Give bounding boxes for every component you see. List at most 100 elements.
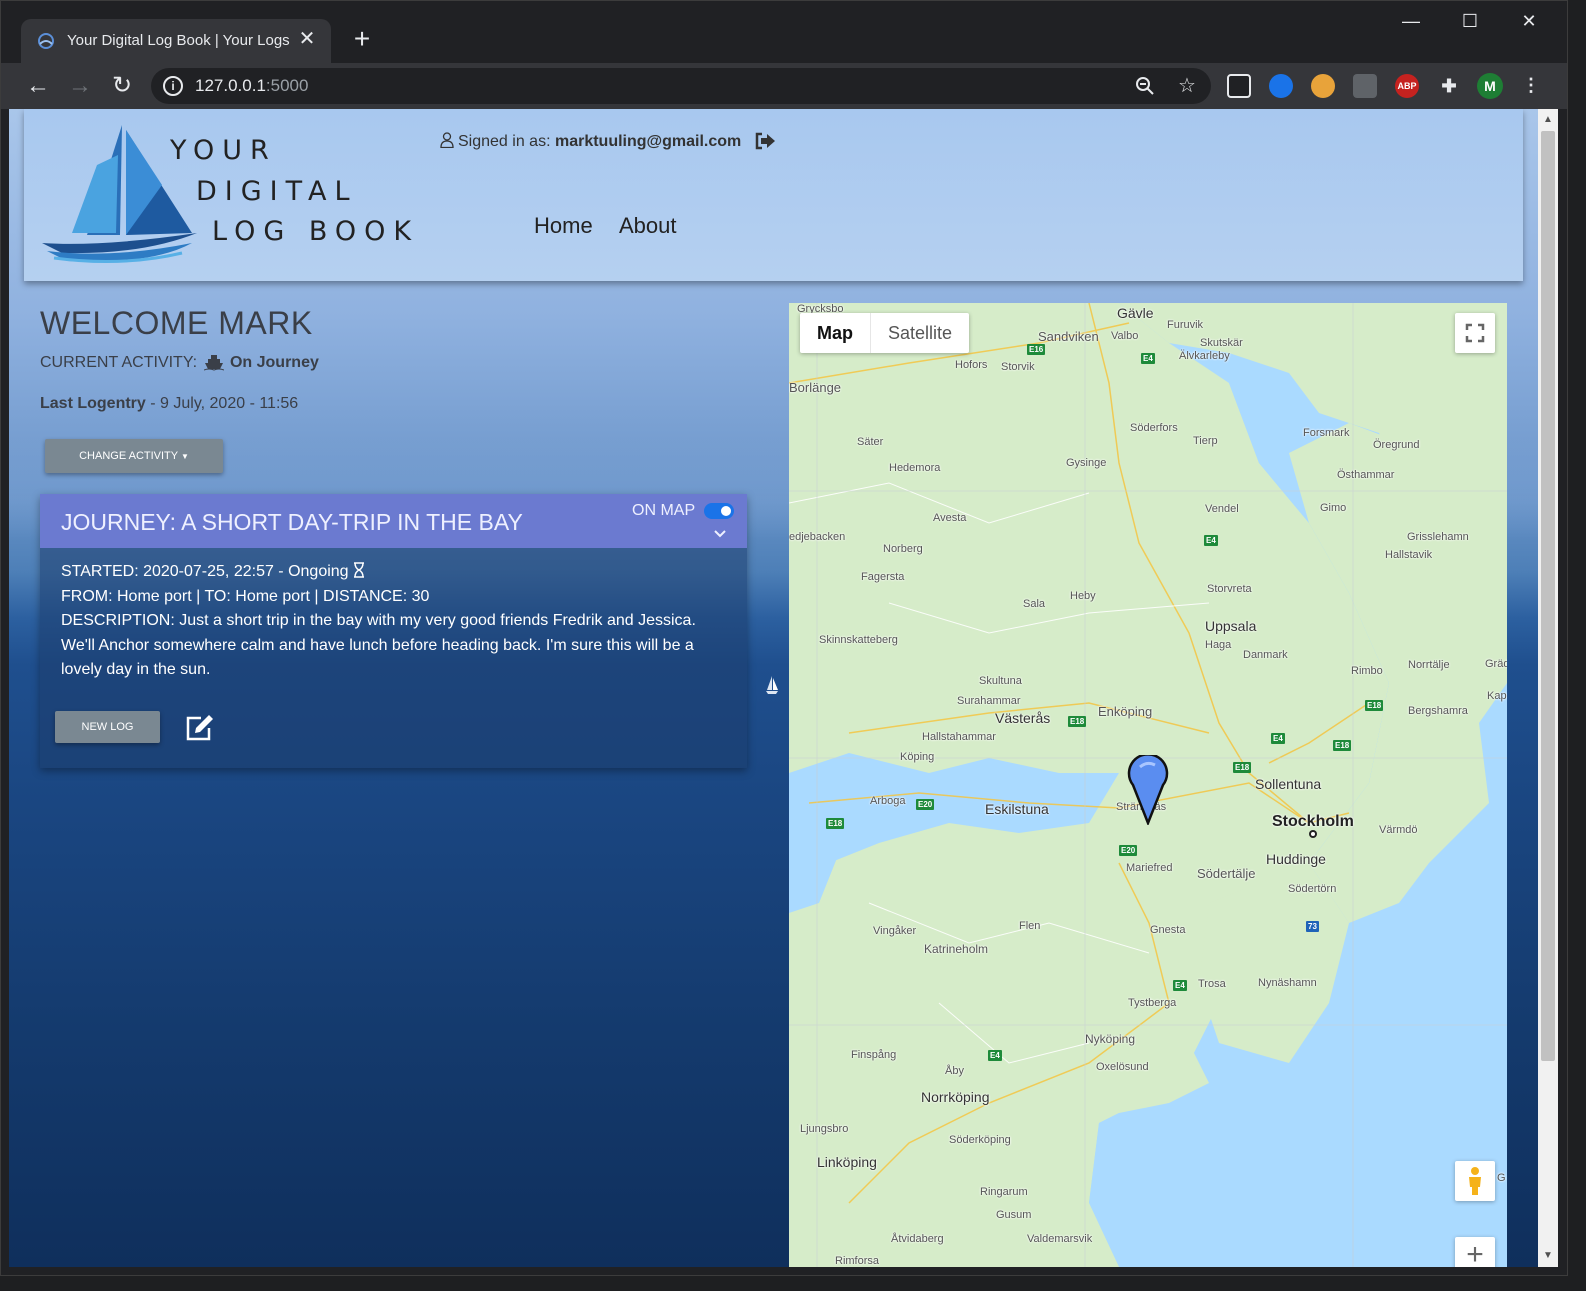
map-label: Söderfors xyxy=(1130,422,1178,434)
map-label: Gnesta xyxy=(1150,924,1186,936)
back-icon[interactable]: ← xyxy=(23,71,53,101)
map-type-control: Map Satellite xyxy=(800,313,970,353)
road-shield: E4 xyxy=(988,1050,1002,1061)
map-label: Enköping xyxy=(1098,704,1153,719)
browser-toolbar: ← → ↻ i 127.0.0.1:5000 ☆ ABP ✚ M ⋮ xyxy=(1,63,1567,109)
map-label: Hedemora xyxy=(889,462,941,474)
last-logentry: Last Logentry - 9 July, 2020 - 11:56 xyxy=(40,395,298,413)
logout-icon[interactable] xyxy=(754,131,776,151)
activity-label: CURRENT ACTIVITY: xyxy=(40,354,198,371)
change-activity-label: CHANGE ACTIVITY xyxy=(79,450,178,462)
scroll-up-icon[interactable]: ▲ xyxy=(1538,111,1558,129)
map-label: Forsmark xyxy=(1303,427,1350,439)
edit-icon[interactable] xyxy=(185,714,215,742)
extension-screenshot-icon[interactable] xyxy=(1227,74,1251,98)
toggle-knob xyxy=(721,506,731,516)
map-label: Norberg xyxy=(883,543,923,555)
zoom-icon[interactable] xyxy=(1133,74,1157,98)
map-label: Heby xyxy=(1070,590,1096,602)
journey-description: DESCRIPTION: Just a short trip in the ba… xyxy=(61,612,696,679)
last-logentry-value: - 9 July, 2020 - 11:56 xyxy=(150,395,299,412)
map-label: Sandviken xyxy=(1038,329,1099,344)
new-tab-icon[interactable]: + xyxy=(347,25,377,55)
road-shield: E20 xyxy=(916,799,935,810)
journey-card-header[interactable]: JOURNEY: A SHORT DAY-TRIP IN THE BAY ON … xyxy=(40,494,747,548)
new-log-button[interactable]: NEW LOG xyxy=(55,711,160,743)
pegman-icon xyxy=(1469,1167,1481,1195)
forward-icon[interactable]: → xyxy=(65,71,95,101)
map-type-map-button[interactable]: Map xyxy=(800,313,870,353)
road-shield: E4 xyxy=(1271,733,1285,744)
change-activity-button[interactable]: CHANGE ACTIVITY ▼ xyxy=(45,439,223,473)
map-label: Trosa xyxy=(1198,978,1226,990)
map-label: Flen xyxy=(1019,920,1041,932)
map-label: G xyxy=(1497,1172,1506,1184)
street-view-pegman-button[interactable] xyxy=(1455,1161,1495,1201)
browser-tab[interactable]: Your Digital Log Book | Your Logs ✕ xyxy=(21,19,331,63)
map-label: edjebacken xyxy=(789,531,846,543)
map-label: Valdemarsvik xyxy=(1027,1233,1093,1245)
user-icon xyxy=(440,132,454,148)
logo-text-your: YOUR xyxy=(170,135,277,166)
map-label: Storvreta xyxy=(1207,583,1252,595)
road-shield: E16 xyxy=(1027,344,1046,355)
browser-menu-icon[interactable]: ⋮ xyxy=(1519,74,1543,98)
nav-home-link[interactable]: Home xyxy=(534,213,593,239)
scroll-down-icon[interactable]: ▼ xyxy=(1538,1247,1558,1265)
map-label: Finspång xyxy=(851,1049,897,1061)
map-label: Hallstavik xyxy=(1385,549,1433,561)
nav-about-link[interactable]: About xyxy=(619,213,677,239)
journey-map-marker[interactable] xyxy=(1127,755,1169,825)
welcome-title: WELCOME MARK xyxy=(40,305,313,341)
map-label: Tystberga xyxy=(1128,997,1177,1009)
map-label: Skutskär xyxy=(1200,337,1243,349)
extension-adblock-icon[interactable]: ABP xyxy=(1395,74,1419,98)
map-label: Gusum xyxy=(996,1209,1032,1221)
road-shield: E18 xyxy=(1365,700,1384,711)
site-info-icon[interactable]: i xyxy=(163,76,183,96)
map-label: Åby xyxy=(945,1065,964,1077)
chevron-down-icon[interactable] xyxy=(713,526,727,542)
profile-avatar[interactable]: M xyxy=(1477,73,1503,99)
extension-cube-icon[interactable] xyxy=(1269,74,1293,98)
maximize-icon[interactable]: ☐ xyxy=(1441,1,1499,41)
scrollbar-thumb[interactable] xyxy=(1541,131,1555,1061)
tab-strip: Your Digital Log Book | Your Logs ✕ + — … xyxy=(1,1,1567,63)
extension-eyedropper-icon[interactable] xyxy=(1353,74,1377,98)
logo-text-logbook: LOG BOOK xyxy=(212,216,420,247)
map-label: Södertälje xyxy=(1197,866,1256,881)
close-window-icon[interactable]: ✕ xyxy=(1500,1,1558,41)
journey-map[interactable]: Grycksbo Gävle Furuvik Sandviken Valbo S… xyxy=(789,303,1507,1267)
on-map-label: ON MAP xyxy=(632,502,696,519)
activity-value: On Journey xyxy=(229,354,319,371)
map-label: Furuvik xyxy=(1167,319,1204,331)
on-map-toggle[interactable] xyxy=(704,503,734,519)
map-label: Södertörn xyxy=(1288,883,1337,895)
map-type-satellite-button[interactable]: Satellite xyxy=(870,313,969,353)
map-label: Storvik xyxy=(1001,361,1035,373)
map-label: Gysinge xyxy=(1066,457,1107,469)
map-label: Mariefred xyxy=(1126,862,1173,874)
map-label: Avesta xyxy=(933,512,967,524)
zoom-in-button[interactable]: + xyxy=(1455,1237,1495,1267)
address-bar[interactable]: i 127.0.0.1:5000 ☆ xyxy=(151,68,1211,104)
map-label: Hofors xyxy=(955,359,988,371)
extension-glasses-icon[interactable] xyxy=(1311,74,1335,98)
reload-icon[interactable]: ↻ xyxy=(107,71,137,101)
road-shield: 73 xyxy=(1306,921,1319,932)
hourglass-icon xyxy=(354,562,365,578)
journey-details: STARTED: 2020-07-25, 22:57 - Ongoing FRO… xyxy=(61,560,731,683)
page-scrollbar[interactable]: ▲ ▼ xyxy=(1538,109,1558,1267)
map-label: Norrköping xyxy=(921,1089,990,1105)
close-tab-icon[interactable]: ✕ xyxy=(295,28,319,50)
map-label: Nynäshamn xyxy=(1258,977,1317,989)
map-label: Söderköping xyxy=(949,1134,1011,1146)
map-label: Danmark xyxy=(1243,649,1288,661)
extensions-puzzle-icon[interactable]: ✚ xyxy=(1437,74,1461,98)
signed-in-info: Signed in as: marktuuling@gmail.com xyxy=(440,132,741,151)
fullscreen-button[interactable] xyxy=(1455,313,1495,353)
minimize-icon[interactable]: — xyxy=(1382,1,1440,41)
map-label: Bergshamra xyxy=(1408,705,1468,717)
road-shield: E4 xyxy=(1141,353,1155,364)
bookmark-star-icon[interactable]: ☆ xyxy=(1175,74,1199,98)
